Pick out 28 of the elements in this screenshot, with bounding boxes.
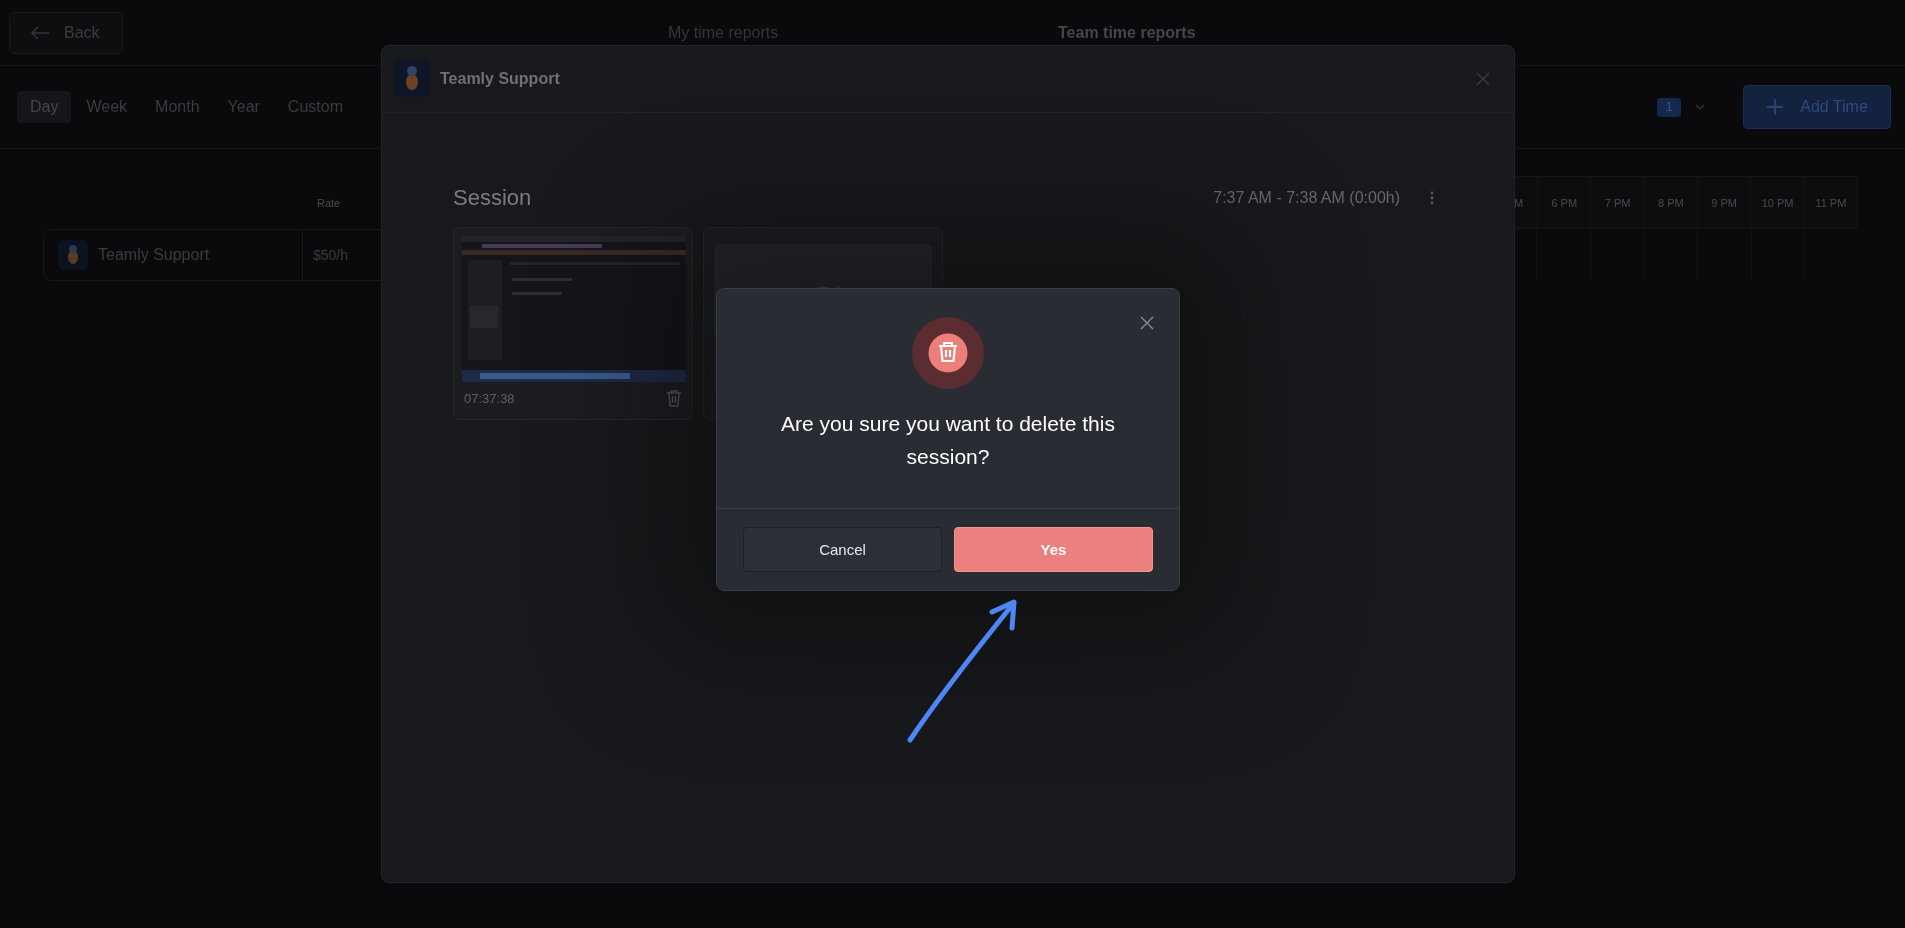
hour-label: 7 PM [1590, 177, 1644, 228]
arrow-left-icon [30, 24, 50, 41]
more-icon[interactable] [1430, 191, 1434, 205]
nav-tab[interactable]: Team time reports [1058, 23, 1448, 42]
column-header: Rate [317, 196, 341, 209]
hour-label: 11 PM [1803, 177, 1858, 228]
hour-label: 8 PM [1643, 177, 1698, 228]
avatar-icon [58, 240, 88, 270]
add-time-button[interactable]: Add Time [1743, 85, 1891, 129]
avatar-icon [394, 61, 430, 97]
hour-label: M [1512, 195, 1525, 211]
hour-label: 6 PM [1537, 177, 1591, 228]
close-icon[interactable] [1140, 316, 1154, 330]
modal-title: Teamly Support [440, 70, 560, 88]
confirm-button[interactable]: Yes [954, 527, 1153, 572]
cancel-button[interactable]: Cancel [743, 527, 942, 572]
count-badge: 1 [1657, 97, 1681, 117]
plus-icon [1766, 98, 1785, 116]
session-title: Session [453, 185, 532, 211]
trash-icon[interactable] [666, 389, 682, 407]
hour-label: 10 PM [1750, 177, 1804, 228]
capture-time: 07:37:38 [464, 390, 515, 406]
confirm-message: Are you sure you want to delete this session? [780, 411, 1116, 470]
chevron-down-icon[interactable] [1695, 104, 1705, 110]
time-range: 7:37 AM - 7:38 AM (0:00h) [1213, 189, 1400, 207]
trash-icon [912, 317, 984, 389]
hour-label: 9 PM [1697, 177, 1751, 228]
screenshot-card[interactable]: 07:37:38 [453, 227, 693, 420]
